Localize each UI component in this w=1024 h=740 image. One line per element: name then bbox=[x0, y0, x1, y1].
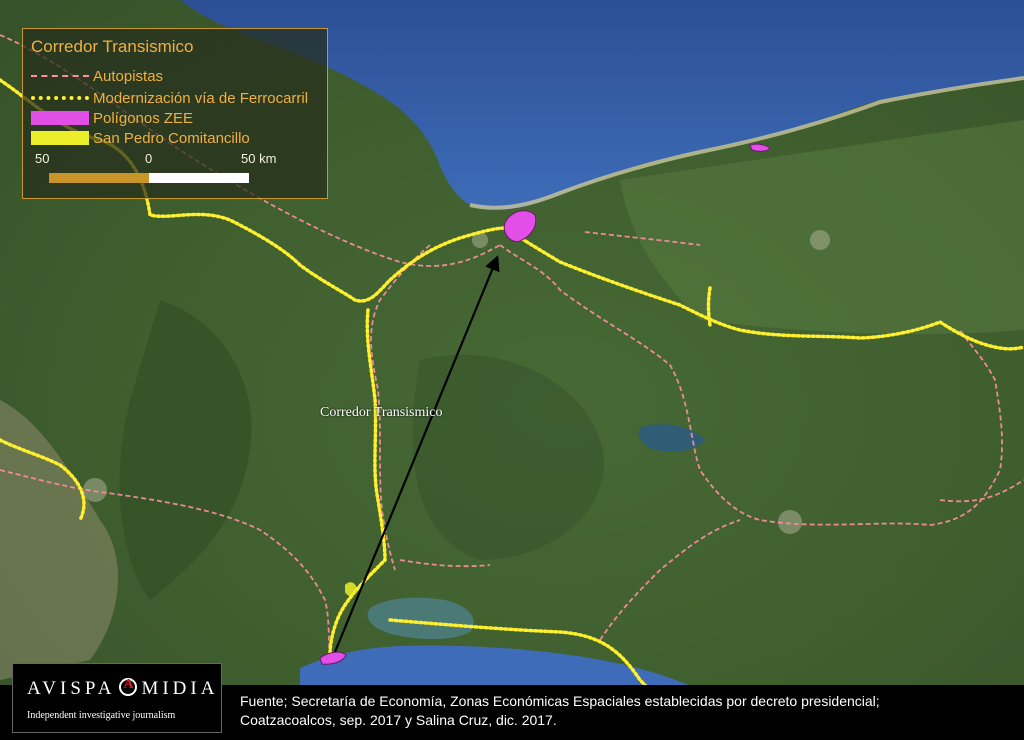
dashed-line-icon bbox=[31, 69, 89, 83]
scale-label-right: 50 km bbox=[241, 151, 277, 166]
logo-name-right: MIDIA bbox=[141, 678, 219, 699]
source-text: Fuente; Secretaría de Economía, Zonas Ec… bbox=[240, 692, 1000, 730]
scale-bar-segment-left bbox=[49, 173, 149, 183]
legend-item-poligonos-zee: Polígonos ZEE bbox=[31, 109, 193, 127]
map-legend: Corredor Transismico Autopistas Moderniz… bbox=[22, 28, 328, 199]
legend-item-autopistas: Autopistas bbox=[31, 67, 163, 85]
logo-tagline: Independent investigative journalism bbox=[27, 710, 176, 721]
legend-item-label: Polígonos ZEE bbox=[93, 109, 194, 127]
scale-bar-segment-right bbox=[149, 173, 249, 183]
legend-item-label: San Pedro Comitancillo bbox=[93, 129, 250, 147]
logo-name-left: AVISPA bbox=[27, 678, 116, 699]
legend-title: Corredor Transismico bbox=[31, 37, 194, 56]
dotted-line-icon bbox=[31, 91, 89, 105]
source-line-1: Fuente; Secretaría de Economía, Zonas Ec… bbox=[240, 693, 880, 709]
urban-area bbox=[810, 230, 830, 250]
avispa-midia-logo: AVISPA MIDIA Independent investigative jo… bbox=[12, 663, 222, 733]
map-stage: Corredor Transismico Corredor Transismic… bbox=[0, 0, 1024, 740]
legend-item-label: Autopistas bbox=[93, 67, 164, 85]
source-line-2: Coatzacoalcos, sep. 2017 y Salina Cruz, … bbox=[240, 712, 557, 728]
scale-label-middle: 0 bbox=[145, 151, 153, 166]
corridor-map-label: Corredor Transismico bbox=[320, 405, 443, 420]
legend-item-label: Modernización vía de Ferrocarril bbox=[93, 89, 309, 107]
filled-box-icon bbox=[31, 131, 89, 145]
anarchy-a-icon bbox=[119, 677, 138, 696]
scale-bar: 50 0 50 km bbox=[31, 147, 321, 192]
scale-label-left: 50 bbox=[35, 151, 50, 166]
legend-item-ferrocarril: Modernización vía de Ferrocarril bbox=[31, 89, 308, 107]
logo-name: AVISPA MIDIA bbox=[27, 677, 219, 700]
legend-item-san-pedro: San Pedro Comitancillo bbox=[31, 129, 250, 147]
filled-box-icon bbox=[31, 111, 89, 125]
